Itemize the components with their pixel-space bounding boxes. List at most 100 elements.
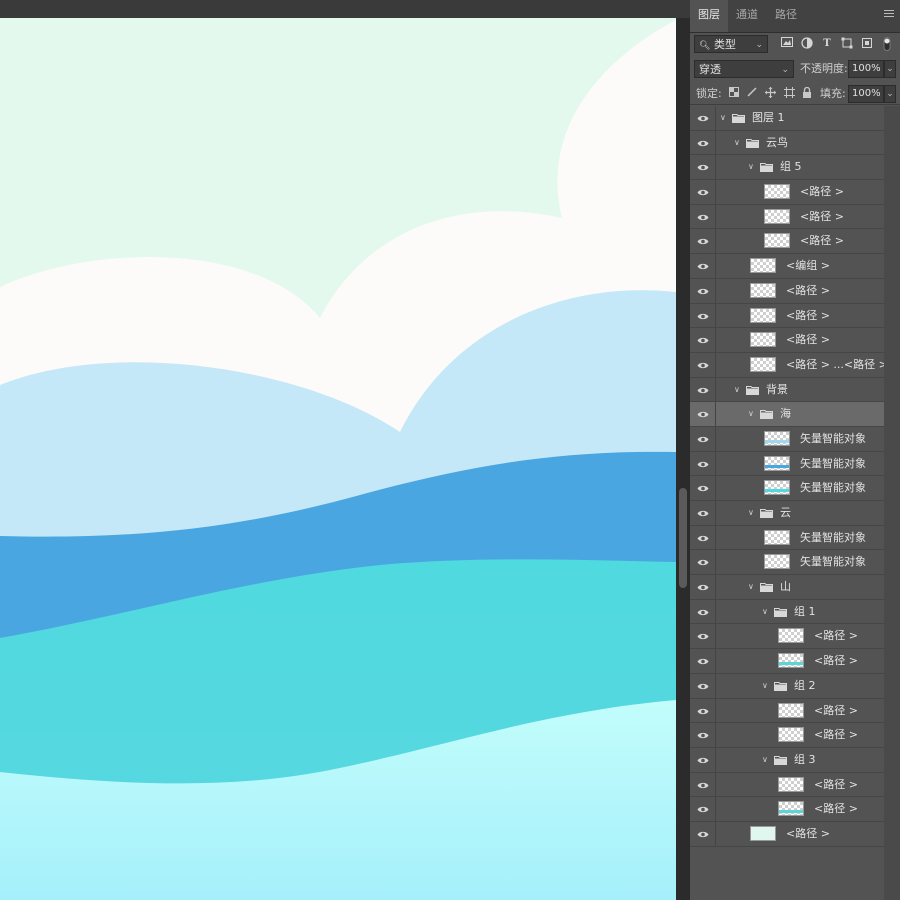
visibility-toggle[interactable] [690,451,716,476]
visibility-toggle[interactable] [690,698,716,723]
layer-group-row[interactable]: ∨ 云 [690,501,884,526]
layer-row[interactable]: 矢量智能对象 [690,476,884,501]
lock-all-icon[interactable] [801,86,813,99]
layer-row[interactable]: <路径 > [690,204,884,230]
visibility-toggle[interactable] [690,106,716,130]
tab-paths[interactable]: 路径 [767,0,805,32]
panel-menu-icon[interactable] [884,8,894,22]
layer-row[interactable]: 矢量智能对象 [690,426,884,452]
layer-row[interactable]: <编组 > [690,254,884,279]
visibility-toggle[interactable] [690,476,716,500]
lock-pixels-icon[interactable] [746,87,758,99]
expand-arrow-icon[interactable]: ∨ [748,161,754,173]
opacity-field[interactable]: 100% [848,60,884,78]
lock-label: 锁定: [696,87,722,100]
canvas-vertical-scrollbar[interactable] [676,18,690,900]
layer-row[interactable]: <路径 > [690,278,884,304]
type-filter-icon[interactable]: T [820,37,834,51]
expand-arrow-icon[interactable]: ∨ [734,137,740,149]
fill-dropdown-button[interactable]: ⌄ [884,85,896,103]
fill-field[interactable]: 100% [848,85,884,103]
visibility-toggle[interactable] [690,624,716,649]
visibility-toggle[interactable] [690,673,716,698]
document-canvas[interactable] [0,18,676,900]
layer-row[interactable]: <路径 > [690,624,884,650]
visibility-toggle[interactable] [690,229,716,254]
image-filter-icon[interactable] [780,37,794,51]
visibility-toggle[interactable] [690,426,716,451]
smart-object-filter-icon[interactable] [860,37,874,51]
layer-row[interactable]: <路径 > [690,821,884,847]
visibility-toggle[interactable] [690,772,716,797]
expand-arrow-icon[interactable]: ∨ [748,507,754,519]
artwork [0,18,676,900]
layer-row[interactable]: <路径 > [690,772,884,798]
layer-group-row[interactable]: ∨ 山 [690,575,884,600]
expand-arrow-icon[interactable]: ∨ [762,680,768,692]
tab-channels[interactable]: 通道 [728,0,766,32]
visibility-toggle[interactable] [690,550,716,575]
layer-row[interactable]: <路径 > [690,229,884,255]
visibility-toggle[interactable] [690,328,716,352]
visibility-toggle[interactable] [690,501,716,525]
layer-row[interactable]: <路径 > [690,328,884,353]
visibility-toggle[interactable] [690,254,716,278]
layer-row[interactable]: 矢量智能对象 [690,525,884,551]
visibility-toggle[interactable] [690,204,716,229]
expand-arrow-icon[interactable]: ∨ [748,408,754,420]
expand-arrow-icon[interactable]: ∨ [748,581,754,593]
lock-artboard-icon[interactable] [783,87,795,99]
layer-group-row[interactable]: ∨ 背景 [690,377,884,403]
layer-group-row[interactable]: ∨ 图层 1 [690,106,884,131]
visibility-toggle[interactable] [690,575,716,599]
visibility-toggle[interactable] [690,821,716,846]
visibility-toggle[interactable] [690,723,716,747]
eye-icon [697,755,709,764]
layer-row[interactable]: <路径 > [690,797,884,822]
layer-row[interactable]: <路径 > [690,649,884,674]
layer-group-row[interactable]: ∨ 组 2 [690,673,884,699]
adjustment-filter-icon[interactable] [800,37,814,51]
layer-group-row[interactable]: ∨ 海 [690,402,884,427]
visibility-toggle[interactable] [690,599,716,624]
layer-group-row[interactable]: ∨ 云鸟 [690,130,884,156]
visibility-toggle[interactable] [690,180,716,204]
layer-group-row[interactable]: ∨ 组 5 [690,155,884,181]
eye-icon [697,311,709,320]
opacity-dropdown-button[interactable]: ⌄ [884,60,896,78]
filter-kind-select[interactable]: 🔍︎ 类型 ⌄ [694,35,768,53]
blend-mode-select[interactable]: 穿透 ⌄ [694,60,794,78]
lock-position-icon[interactable] [764,87,776,99]
expand-arrow-icon[interactable]: ∨ [720,112,726,124]
visibility-toggle[interactable] [690,278,716,303]
tab-layers[interactable]: 图层 [690,0,728,32]
visibility-toggle[interactable] [690,649,716,673]
layer-row[interactable]: <路径 > [690,723,884,748]
layer-row[interactable]: 矢量智能对象 [690,550,884,576]
expand-arrow-icon[interactable]: ∨ [762,606,768,618]
layer-row[interactable]: <路径 > ...<路径 > [690,352,888,378]
visibility-toggle[interactable] [690,130,716,155]
layer-row[interactable]: <路径 > [690,180,884,205]
visibility-toggle[interactable] [690,155,716,180]
layer-row[interactable]: 矢量智能对象 [690,451,884,477]
visibility-toggle[interactable] [690,797,716,821]
layer-row[interactable]: <路径 > [690,303,884,329]
lock-transparency-icon[interactable] [728,87,740,99]
expand-arrow-icon[interactable]: ∨ [762,754,768,766]
layers-scrollbar[interactable] [884,106,900,900]
folder-icon [774,607,787,617]
visibility-toggle[interactable] [690,747,716,772]
visibility-toggle[interactable] [690,352,716,377]
layer-row[interactable]: <路径 > [690,698,884,724]
visibility-toggle[interactable] [690,402,716,426]
layer-group-row[interactable]: ∨ 组 1 [690,599,884,625]
canvas-scroll-thumb[interactable] [679,488,687,588]
visibility-toggle[interactable] [690,525,716,550]
expand-arrow-icon[interactable]: ∨ [734,384,740,396]
visibility-toggle[interactable] [690,303,716,328]
filter-toggle-icon[interactable] [880,37,894,51]
layer-group-row[interactable]: ∨ 组 3 [690,747,884,773]
visibility-toggle[interactable] [690,377,716,402]
shape-filter-icon[interactable] [840,37,854,51]
